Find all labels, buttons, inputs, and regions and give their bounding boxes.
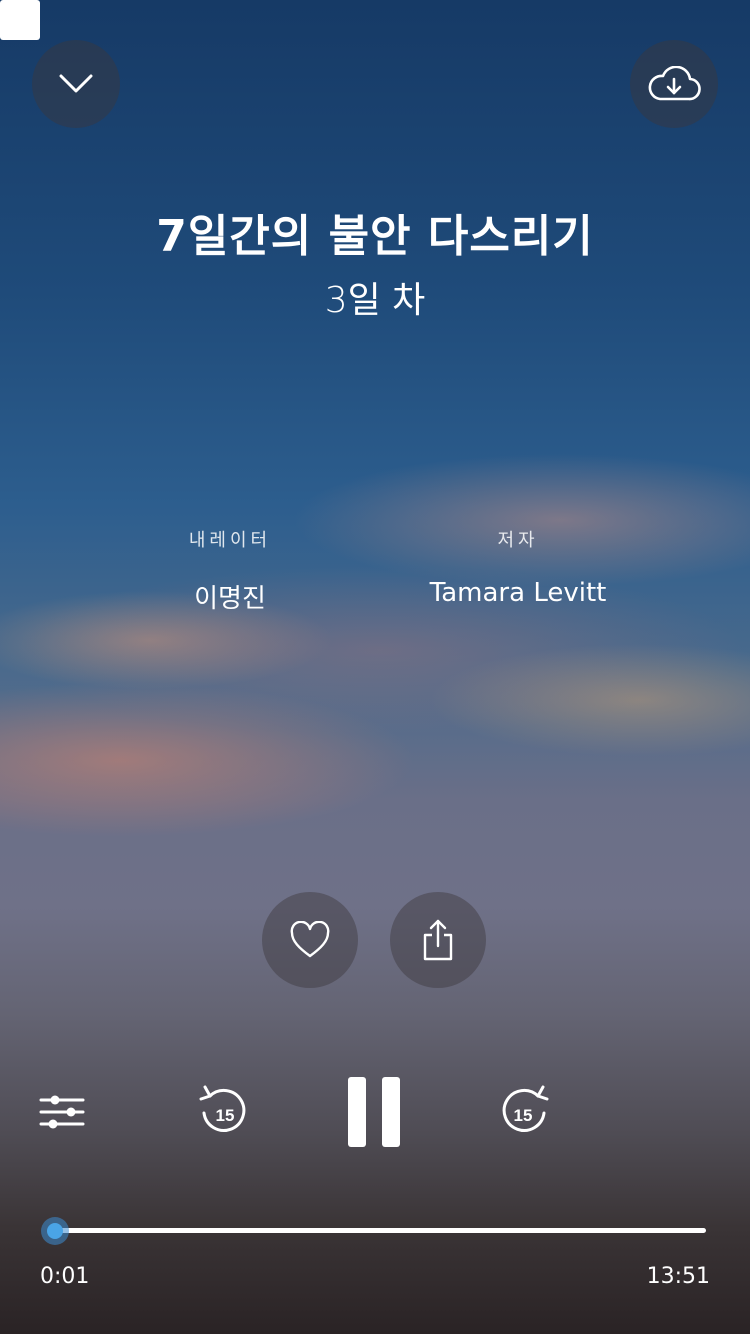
- author-name: Tamara Levitt: [429, 578, 607, 608]
- pause-icon: [348, 1077, 400, 1147]
- pause-button[interactable]: [340, 1074, 410, 1150]
- favorite-button[interactable]: [262, 892, 358, 988]
- share-button[interactable]: [390, 892, 486, 988]
- audio-settings-button[interactable]: [34, 1084, 90, 1140]
- sliders-icon: [39, 1095, 85, 1129]
- rewind-15-icon: 15: [199, 1085, 246, 1132]
- session-subtitle: 3일 차: [324, 280, 426, 321]
- rewind-seconds: 15: [216, 1106, 235, 1125]
- cloud-download-icon: [648, 66, 701, 101]
- chevron-down-icon: [59, 74, 93, 93]
- session-title: 7일간의 불안 다스리기: [156, 211, 594, 262]
- rewind-button[interactable]: 15: [194, 1080, 254, 1144]
- author-label: 저자: [497, 530, 539, 551]
- progress-knob[interactable]: [40, 1217, 69, 1245]
- narrator-label: 내레이터: [188, 530, 272, 551]
- total-duration: 13:51: [646, 1264, 710, 1289]
- elapsed-time: 0:01: [40, 1264, 90, 1289]
- narrator-credit: 내레이터 이명진: [130, 526, 330, 615]
- narrator-name: 이명진: [194, 584, 266, 614]
- download-button[interactable]: [630, 40, 718, 128]
- progress-slider[interactable]: [40, 1214, 706, 1248]
- collapse-button[interactable]: [32, 40, 120, 128]
- forward-seconds: 15: [514, 1106, 533, 1125]
- session-header: 7일간의 불안 다스리기 3일 차: [0, 205, 750, 325]
- heart-icon: [290, 921, 330, 958]
- forward-button[interactable]: 15: [494, 1080, 554, 1144]
- stop-button[interactable]: [0, 0, 40, 40]
- forward-15-icon: 15: [502, 1085, 549, 1132]
- author-credit: 저자 Tamara Levitt: [398, 526, 638, 608]
- progress-track[interactable]: [54, 1228, 706, 1233]
- share-icon: [423, 919, 453, 961]
